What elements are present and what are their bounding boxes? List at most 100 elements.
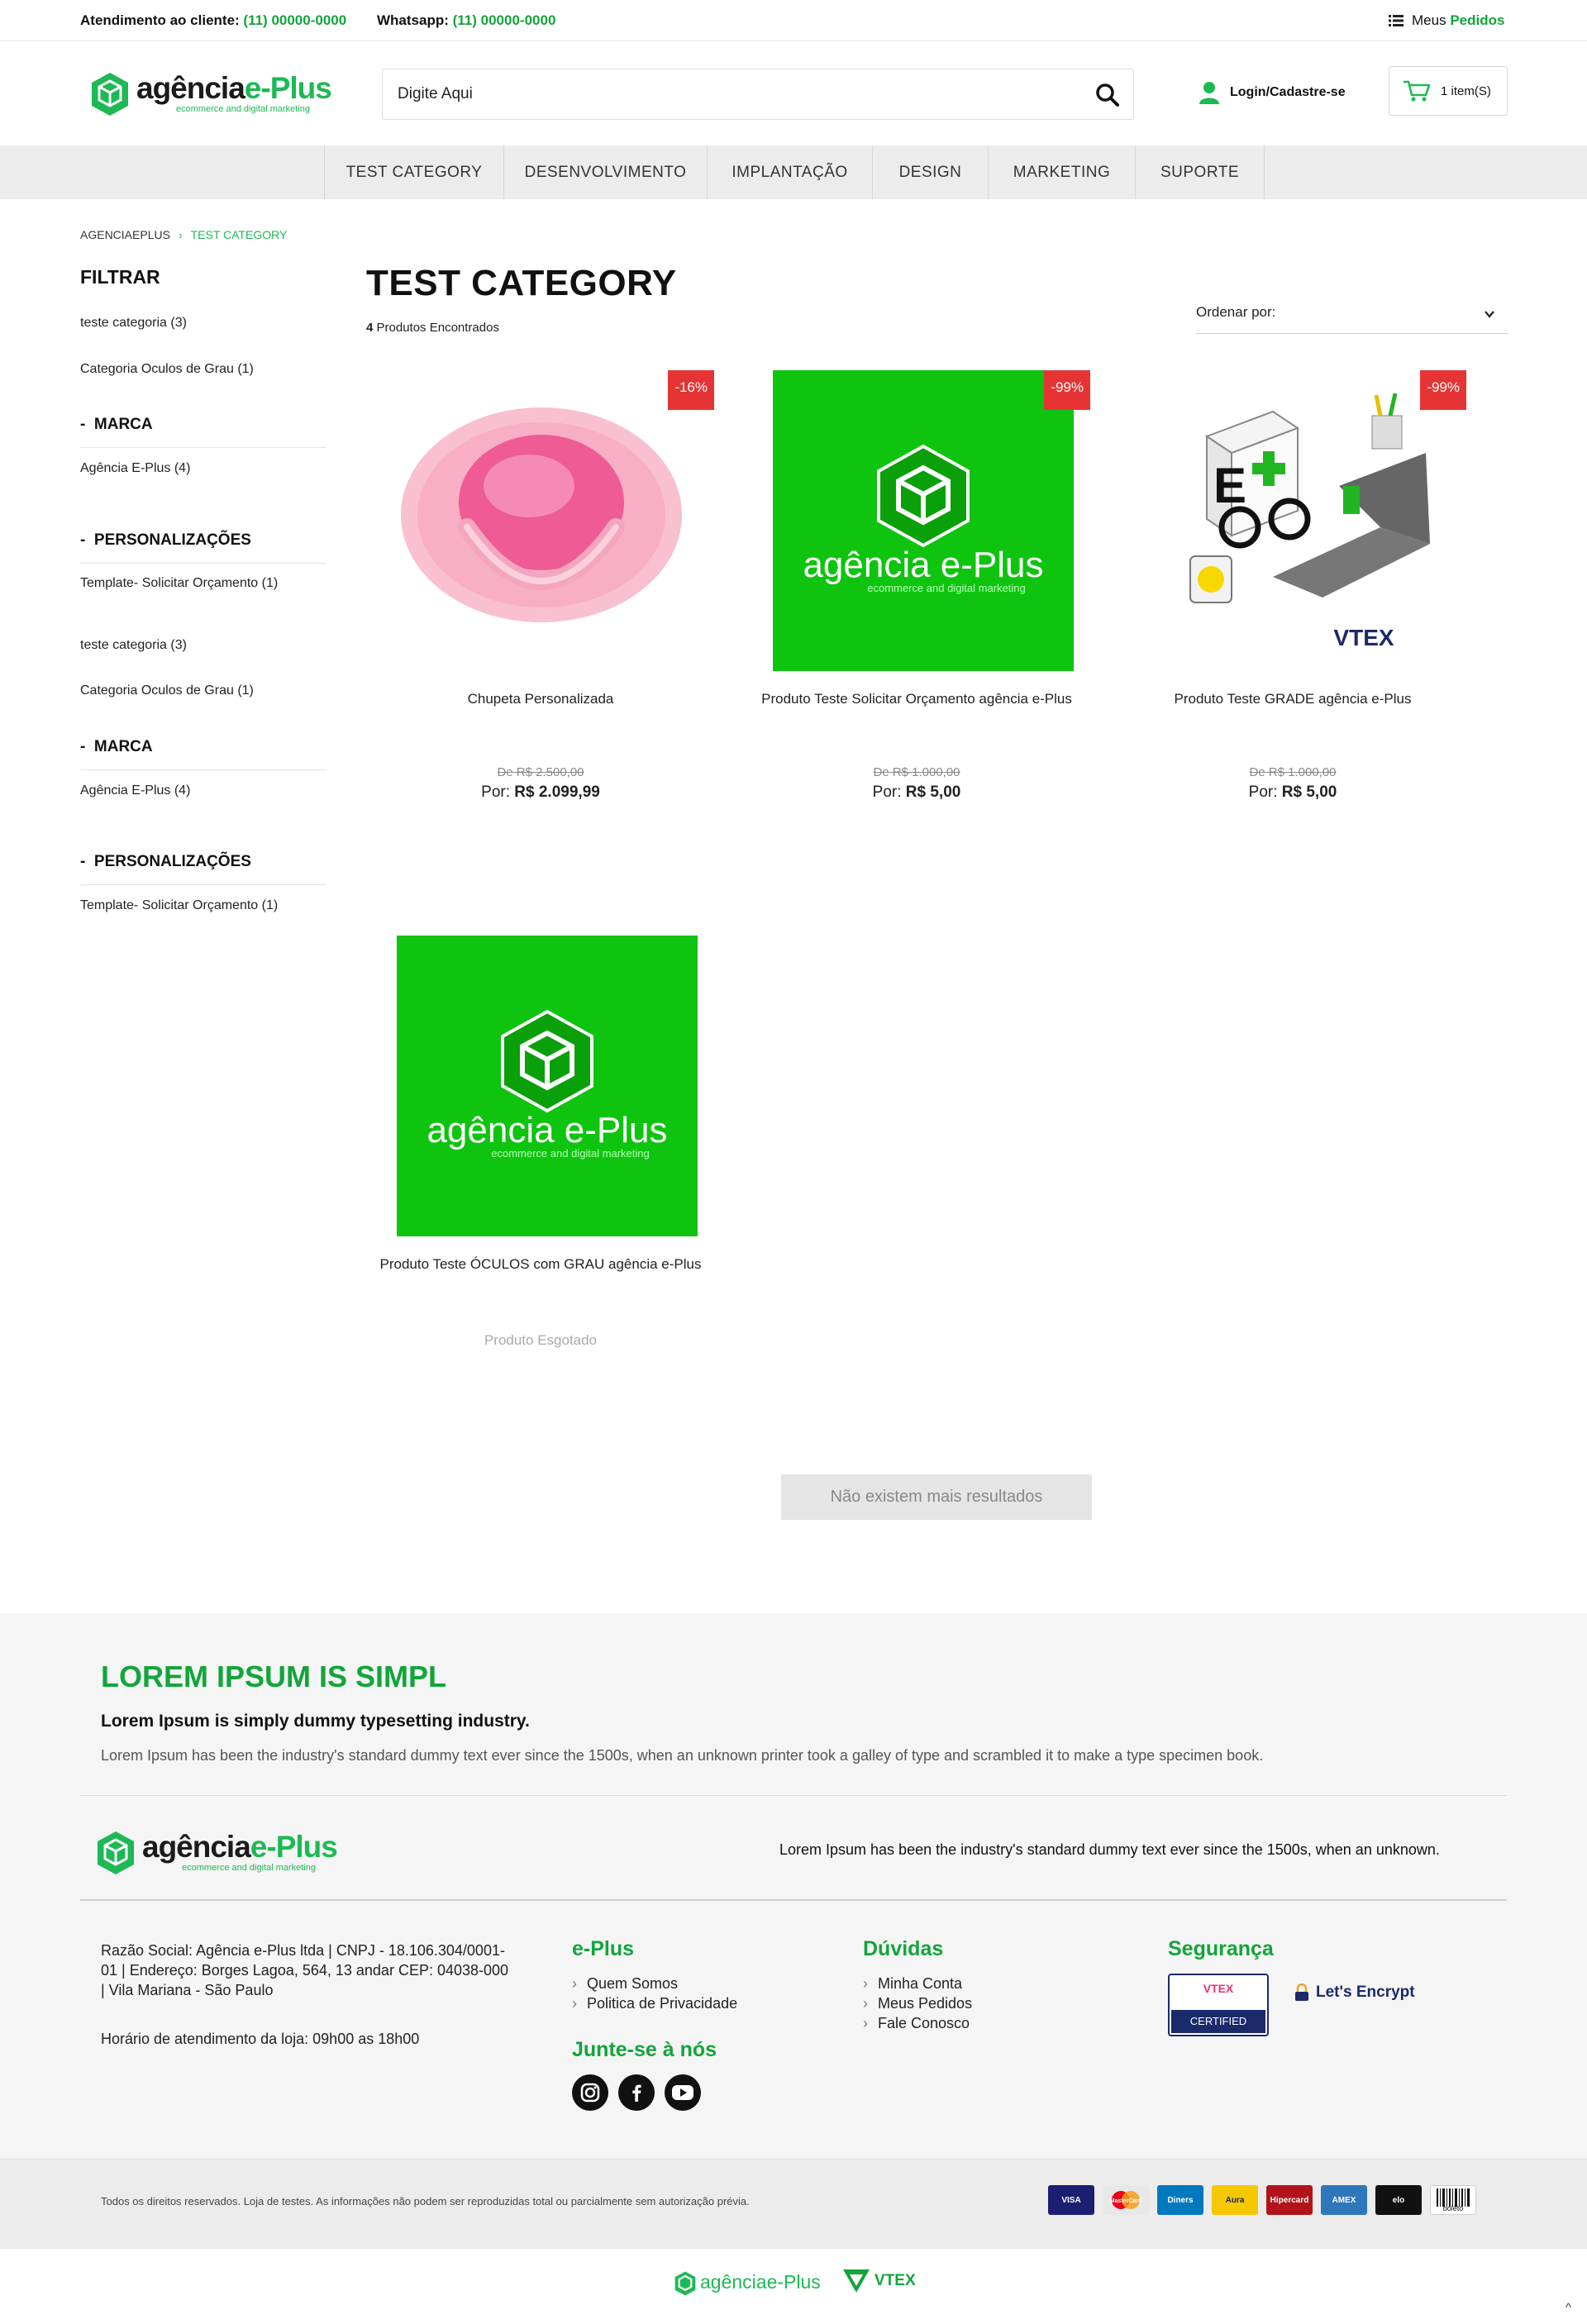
- page: Atendimento ao cliente: (11) 00000-0000 …: [0, 0, 1587, 2324]
- link-privacidade[interactable]: Politica de Privacidade: [572, 1993, 737, 2013]
- filter-customization-item-2[interactable]: Template- Solicitar Orçamento (1): [80, 898, 278, 913]
- logo-text-main: agência: [700, 2271, 767, 2293]
- breadcrumb: AGENCIAEPLUS › TEST CATEGORY: [80, 228, 287, 241]
- eplus-links: Quem Somos Politica de Privacidade: [572, 1974, 737, 2013]
- brand-head-label: MARCA: [93, 738, 153, 755]
- product-name[interactable]: Produto Teste Solicitar Orçamento agênci…: [743, 689, 1090, 708]
- filter-category-teste-2[interactable]: teste categoria (3): [80, 638, 187, 653]
- breadcrumb-home[interactable]: AGENCIAEPLUS: [80, 228, 170, 241]
- link-meus-pedidos[interactable]: Meus Pedidos: [863, 1993, 972, 2013]
- link-quem-somos[interactable]: Quem Somos: [572, 1974, 737, 1993]
- search-input[interactable]: [398, 81, 1059, 107]
- youtube-icon[interactable]: [665, 2074, 701, 2111]
- cart-button[interactable]: 1 item(S): [1389, 66, 1508, 116]
- divider: [80, 447, 326, 448]
- help-links: Minha Conta Meus Pedidos Fale Conosco: [863, 1974, 972, 2033]
- logo-text-main: agência: [136, 71, 245, 105]
- collapse-dash: -: [80, 853, 86, 870]
- footer-col-help: Dúvidas: [863, 1937, 944, 1960]
- footer-heading: LOREM IPSUM IS SIMPL: [101, 1660, 447, 1693]
- login-link[interactable]: Login/Cadastre-se: [1199, 80, 1346, 105]
- product-old-price: De R$ 1.000,00: [1249, 765, 1337, 779]
- price-value: R$ 5,00: [905, 783, 961, 801]
- boleto-label: boleto: [1442, 2204, 1464, 2212]
- service-phone[interactable]: (11) 00000-0000: [243, 12, 346, 28]
- filter-brand-heading[interactable]: - MARCA: [80, 416, 153, 434]
- price-value: R$ 5,00: [1281, 783, 1337, 801]
- product-price: Por: R$ 5,00: [743, 783, 1090, 802]
- vtex-grade-image[interactable]: E VTEX: [1149, 370, 1450, 671]
- nav-item-marketing[interactable]: MARKETING: [989, 145, 1136, 199]
- footer: [0, 1613, 1587, 2159]
- search-icon[interactable]: [1095, 83, 1120, 107]
- product-name[interactable]: Chupeta Personalizada: [367, 689, 714, 708]
- agency-footer-logo[interactable]: agênciae-Plus: [674, 2268, 831, 2301]
- svg-text:VTEX: VTEX: [1333, 625, 1394, 650]
- product-name[interactable]: Produto Teste GRADE agência e-Plus: [1119, 689, 1466, 708]
- vtex-pci-seal: VTEX CERTIFIED: [1168, 1974, 1269, 2036]
- filter-customization-heading[interactable]: - PERSONALIZAÇÕES: [80, 531, 251, 550]
- whatsapp-phone[interactable]: (11) 00000-0000: [453, 12, 556, 28]
- pacifier-image[interactable]: [397, 370, 698, 671]
- mastercard-label: MasterCard: [1110, 2198, 1142, 2204]
- filter-customization-item[interactable]: Template- Solicitar Orçamento (1): [80, 576, 278, 591]
- breadcrumb-current[interactable]: TEST CATEGORY: [191, 228, 288, 241]
- collapse-dash: -: [80, 531, 86, 549]
- svg-text:ecommerce and digital marketin: ecommerce and digital marketing: [867, 582, 1025, 594]
- logo-tagline: ecommerce and digital marketing: [182, 1863, 317, 1873]
- back-to-top-button[interactable]: ^: [1566, 2301, 1571, 2315]
- nav-item-suporte[interactable]: SUPORTE: [1136, 145, 1265, 199]
- filter-category-teste[interactable]: teste categoria (3): [80, 316, 187, 331]
- price-prefix: Por:: [481, 783, 511, 801]
- search-box: [382, 69, 1134, 120]
- footer-col-security: Segurança: [1168, 1937, 1274, 1960]
- category-title: TEST CATEGORY: [366, 263, 677, 303]
- filter-category-oculos[interactable]: Categoria Oculos de Grau (1): [80, 362, 254, 377]
- discount-badge: -99%: [1044, 370, 1090, 410]
- aura-icon: Aura: [1212, 2185, 1258, 2215]
- agency-logo-image[interactable]: agência e-Plus ecommerce and digital mar…: [773, 370, 1074, 671]
- product-price: Por: R$ 2.099,99: [367, 783, 714, 802]
- footer-tagline: Lorem Ipsum has been the industry's stan…: [779, 1841, 1440, 1858]
- product-name[interactable]: Produto Teste ÓCULOS com GRAU agência e-…: [367, 1255, 714, 1274]
- filter-category-oculos-2[interactable]: Categoria Oculos de Grau (1): [80, 683, 254, 698]
- nav-item-test-category[interactable]: TEST CATEGORY: [324, 145, 504, 199]
- letsencrypt-label: Let's Encrypt: [1316, 1983, 1415, 2001]
- vtex-footer-logo[interactable]: VTEX: [841, 2268, 916, 2294]
- cube-logo-icon: [674, 2271, 696, 2296]
- sort-select[interactable]: Ordenar por:: [1196, 299, 1508, 334]
- instagram-icon[interactable]: [572, 2074, 608, 2111]
- footer-logo[interactable]: agênciae-Plus ecommerce and digital mark…: [95, 1828, 343, 1878]
- footer-col-join: Junte-se à nós: [572, 2038, 717, 2061]
- svg-text:agência e-Plus: agência e-Plus: [427, 1110, 667, 1150]
- no-more-results-button[interactable]: Não existem mais resultados: [781, 1474, 1092, 1520]
- brand-head-label: MARCA: [93, 416, 153, 433]
- cart-icon: [1404, 80, 1431, 102]
- whatsapp-label: Whatsapp:: [377, 12, 449, 28]
- visa-icon: VISA: [1048, 2185, 1094, 2215]
- pci-certified-label: CERTIFIED: [1171, 2010, 1265, 2033]
- filter-customization-heading-2[interactable]: - PERSONALIZAÇÕES: [80, 853, 251, 871]
- my-orders-link[interactable]: Meus Pedidos: [1389, 12, 1504, 29]
- filter-brand-item-2[interactable]: Agência E-Plus (4): [80, 783, 190, 798]
- agency-logo-image[interactable]: agência e-Plus ecommerce and digital mar…: [397, 936, 698, 1236]
- vtex-pci-label: VTEX: [1203, 1982, 1234, 1995]
- logo-text-accent: e-Plus: [766, 2271, 821, 2293]
- filter-brand-heading-2[interactable]: - MARCA: [80, 738, 153, 756]
- site-logo[interactable]: agênciae-Plus ecommerce and digital mark…: [89, 69, 337, 119]
- svg-text:ecommerce and digital marketin: ecommerce and digital marketing: [491, 1147, 649, 1160]
- copyright-text: Todos os direitos reservados. Loja de te…: [101, 2195, 750, 2207]
- facebook-icon[interactable]: [618, 2074, 655, 2111]
- nav-item-implantacao[interactable]: IMPLANTAÇÃO: [708, 145, 873, 199]
- filter-brand-item[interactable]: Agência E-Plus (4): [80, 461, 190, 476]
- nav-item-desenvolvimento[interactable]: DESENVOLVIMENTO: [504, 145, 708, 199]
- nav-item-design[interactable]: DESIGN: [873, 145, 989, 199]
- divider: [80, 563, 326, 564]
- found-label: Produtos Encontrados: [376, 321, 499, 335]
- link-fale-conosco[interactable]: Fale Conosco: [863, 2013, 972, 2033]
- pers-head-label: PERSONALIZAÇÕES: [93, 531, 251, 549]
- products-found: 4 Produtos Encontrados: [366, 321, 499, 335]
- vtex-logo-icon: [843, 2269, 870, 2293]
- link-minha-conta[interactable]: Minha Conta: [863, 1974, 972, 1993]
- collapse-dash: -: [80, 738, 86, 755]
